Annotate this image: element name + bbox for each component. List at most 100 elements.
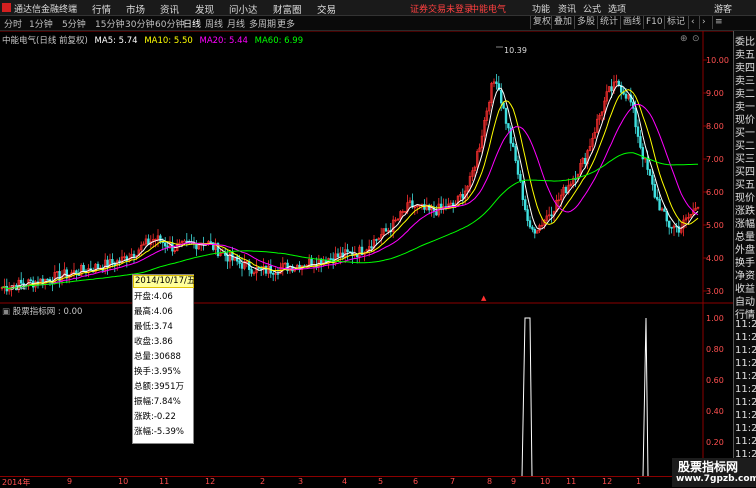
x-axis-label: 8 (487, 477, 493, 486)
candle-body (257, 267, 260, 269)
menu-item-discover[interactable]: 发现 (195, 2, 214, 16)
period-5min[interactable]: 5分钟 (62, 17, 86, 30)
right-panel-item: 11:27 (735, 345, 756, 356)
period-more[interactable]: 更多 (277, 17, 295, 30)
candle-body (670, 226, 673, 229)
btn-draw[interactable]: 画线 (620, 16, 643, 29)
btn-f10[interactable]: F10 (643, 16, 665, 29)
event-marker: ▲ (481, 294, 487, 302)
candle-body (271, 272, 275, 275)
right-panel-item: 11:27 (735, 410, 756, 421)
candle-body (507, 123, 510, 129)
candle-body (583, 158, 587, 165)
menu-item-wealth[interactable]: 财富圈 (273, 2, 302, 16)
x-axis-label: 12 (205, 477, 216, 486)
period-daily[interactable]: 日线 (183, 17, 201, 30)
period-1min[interactable]: 1分钟 (29, 17, 53, 30)
candle-body (526, 209, 529, 221)
candle-body (82, 264, 85, 272)
candle-body (370, 246, 373, 249)
period-multi[interactable]: 多周期 (249, 17, 276, 30)
candle-body (329, 258, 332, 260)
menu-formula[interactable]: 公式 (583, 2, 601, 15)
candle-body (667, 220, 671, 228)
btn-multi-stock[interactable]: 多股 (574, 16, 597, 29)
period-weekly[interactable]: 周线 (205, 17, 223, 30)
candle-body (19, 279, 23, 284)
x-axis-label: 10 (118, 477, 129, 486)
x-axis-label: 9 (511, 477, 517, 486)
price-label-3: 3.00 (706, 287, 724, 296)
watermark-url: www.7gpzb.com (676, 474, 756, 484)
candle-body (159, 235, 162, 242)
login-warning[interactable]: 证券交易未登录 (410, 2, 473, 15)
menu-item-quotes[interactable]: 行情 (92, 2, 111, 16)
app-title: 通达信金融终端 (14, 5, 78, 15)
candle-body (531, 226, 534, 230)
x-axis-label: 11 (566, 477, 577, 486)
x-axis-label: 5 (378, 477, 384, 486)
menu-info[interactable]: 资讯 (558, 2, 576, 15)
tooltip-volume: 总量:30688 (134, 352, 181, 362)
chart-menu-icon[interactable]: ⊙ (692, 34, 700, 44)
indicator-header: 股票指标网 : 0.00 (12, 307, 83, 317)
btn-overlay[interactable]: 叠加 (551, 16, 574, 29)
menu-guest[interactable]: 游客 (714, 2, 732, 15)
period-60min[interactable]: 60分钟 (155, 17, 184, 30)
tooltip-change-pct: 涨幅:-5.39% (134, 427, 184, 437)
candle-body (250, 269, 253, 274)
ind-label-08: 0.80 (706, 345, 724, 354)
tooltip-high: 最高:4.06 (134, 307, 173, 317)
tooltip-turnover: 换手:3.95% (134, 367, 181, 377)
chevron-right-icon[interactable]: › (699, 16, 712, 29)
btn-mark[interactable]: 标记 (664, 16, 687, 29)
ma10-line (1, 89, 699, 290)
menu-function[interactable]: 功能 (532, 2, 550, 15)
candle-body (96, 263, 100, 269)
menu-item-ask[interactable]: 问小达 (229, 2, 258, 16)
btn-stats[interactable]: 统计 (597, 16, 620, 29)
period-timeshare[interactable]: 分时 (4, 17, 22, 30)
expand-icon[interactable]: ⊕ (680, 34, 688, 44)
tooltip-amplitude: 振幅:7.84% (134, 397, 181, 407)
price-label-5: 5.00 (706, 221, 724, 230)
x-axis-label: 4 (342, 477, 348, 486)
right-panel-item: 11:27 (735, 371, 756, 382)
candle-body (384, 228, 388, 232)
tooltip-low: 最低:3.74 (134, 322, 173, 332)
x-axis-label: 10 (540, 477, 551, 486)
candle-body (461, 194, 464, 199)
candle-body (511, 142, 515, 147)
more-icon[interactable]: ≡ (712, 16, 725, 29)
candle-body (495, 81, 498, 84)
candle-body (646, 157, 649, 170)
right-info-panel: 委比 卖五 卖四 卖三 卖二 卖一 现价 买一 买二 买三 买四 买五 现价 涨跌 涨幅 总量 外盘 换手 净资 收益… (733, 31, 756, 476)
btn-adjust[interactable]: 复权 (530, 16, 553, 29)
menu-item-market[interactable]: 市场 (126, 2, 145, 16)
candle-body (653, 184, 657, 198)
candle-body (46, 278, 49, 281)
candle-body (665, 211, 669, 222)
period-30min[interactable]: 30分钟 (125, 17, 154, 30)
menu-options[interactable]: 选项 (608, 2, 626, 15)
candle-body (375, 239, 378, 241)
tooltip-close: 收盘:3.86 (134, 337, 173, 347)
candle-body (183, 240, 186, 243)
menu-item-news[interactable]: 资讯 (160, 2, 179, 16)
menu-item-trade[interactable]: 交易 (317, 2, 336, 16)
ind-label-06: 0.60 (706, 376, 724, 385)
price-label-7: 7.00 (706, 155, 724, 164)
x-axis-label: 3 (298, 477, 304, 486)
ma5-value: MA5: 5.74 (94, 36, 138, 46)
right-panel-item: 11:27 (735, 436, 756, 447)
kline-chart[interactable]: ▲ (0, 0, 733, 476)
candle-body (209, 241, 212, 243)
candle-body (346, 249, 349, 252)
candle-body (499, 89, 503, 104)
price-label-8: 8.00 (706, 122, 724, 131)
period-15min[interactable]: 15分钟 (95, 17, 124, 30)
candle-body (276, 273, 280, 275)
candle-body (636, 126, 640, 137)
candle-body (29, 279, 32, 282)
period-monthly[interactable]: 月线 (227, 17, 245, 30)
